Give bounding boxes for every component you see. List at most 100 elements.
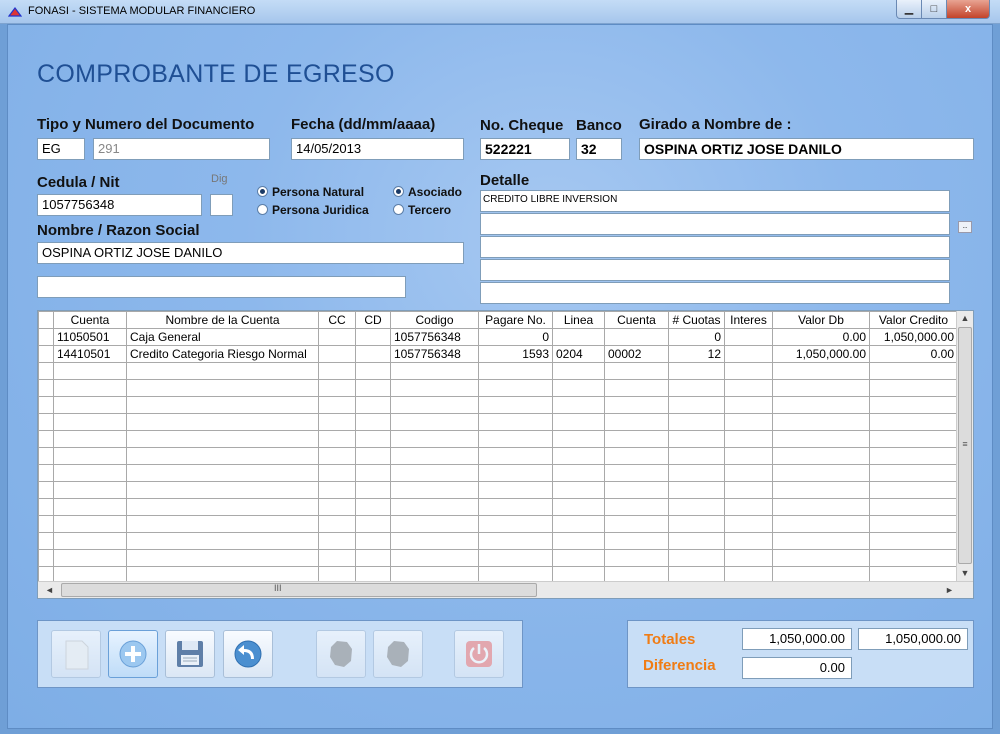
maximize-button[interactable]: □ [921,0,947,19]
table-cell[interactable] [355,498,391,516]
column-header[interactable]: CC [318,311,356,329]
table-cell[interactable] [552,532,605,550]
row-selector[interactable] [38,362,54,380]
table-cell[interactable] [869,362,958,380]
table-cell[interactable] [724,328,773,346]
table-cell[interactable] [53,532,127,550]
column-header[interactable]: CD [355,311,391,329]
empty-table-row[interactable] [38,532,958,550]
table-cell[interactable] [390,447,479,465]
table-cell[interactable] [318,549,356,567]
table-cell[interactable] [318,498,356,516]
table-cell[interactable] [604,447,669,465]
table-cell[interactable] [390,362,479,380]
empty-table-row[interactable] [38,379,958,397]
disabled-action-button-2[interactable] [373,630,423,678]
table-cell[interactable] [668,532,725,550]
table-cell[interactable] [318,515,356,533]
table-cell[interactable] [53,362,127,380]
table-cell[interactable] [724,396,773,414]
table-cell[interactable] [869,430,958,448]
column-header[interactable]: Cuenta [53,311,127,329]
table-cell[interactable] [772,447,870,465]
table-cell[interactable]: 0204 [552,345,605,363]
table-cell[interactable] [668,549,725,567]
table-cell[interactable] [126,430,319,448]
table-cell[interactable] [552,396,605,414]
table-cell[interactable] [552,464,605,482]
scroll-up-icon[interactable]: ▲ [957,311,973,326]
table-cell[interactable] [355,549,391,567]
table-cell[interactable] [668,430,725,448]
table-cell[interactable] [869,413,958,431]
table-cell[interactable] [390,498,479,516]
table-cell[interactable] [126,481,319,499]
column-header[interactable]: # Cuotas [668,311,725,329]
table-cell[interactable]: 14410501 [53,345,127,363]
table-cell[interactable] [126,447,319,465]
horizontal-scrollbar[interactable]: ◄ III ► [38,581,973,598]
table-cell[interactable] [478,447,553,465]
table-cell[interactable] [724,481,773,499]
table-cell[interactable] [604,430,669,448]
table-cell[interactable] [869,447,958,465]
empty-table-row[interactable] [38,413,958,431]
radio-asociado[interactable]: Asociado [393,185,462,199]
table-cell[interactable] [724,345,773,363]
table-cell[interactable] [772,515,870,533]
column-header[interactable]: Cuenta [604,311,669,329]
save-button[interactable] [165,630,215,678]
table-cell[interactable] [355,447,391,465]
table-cell[interactable] [318,345,356,363]
table-cell[interactable] [668,362,725,380]
table-cell[interactable] [724,413,773,431]
table-cell[interactable] [355,328,391,346]
table-cell[interactable]: 1593 [478,345,553,363]
table-cell[interactable] [724,532,773,550]
table-cell[interactable]: Caja General [126,328,319,346]
table-cell[interactable] [772,464,870,482]
column-header[interactable]: Valor Credito [869,311,958,329]
table-cell[interactable] [390,379,479,397]
table-cell[interactable] [390,481,479,499]
row-selector[interactable] [38,498,54,516]
table-cell[interactable]: 1057756348 [390,328,479,346]
nombre-field[interactable]: OSPINA ORTIZ JOSE DANILO [37,242,464,264]
table-cell[interactable] [552,362,605,380]
table-cell[interactable] [53,430,127,448]
table-cell[interactable] [355,362,391,380]
row-selector[interactable] [38,345,54,363]
table-cell[interactable] [478,430,553,448]
table-cell[interactable] [869,549,958,567]
table-cell[interactable]: 0.00 [869,345,958,363]
empty-table-row[interactable] [38,498,958,516]
table-cell[interactable] [772,413,870,431]
banco-field[interactable]: 32 [576,138,622,160]
table-cell[interactable] [724,447,773,465]
table-cell[interactable] [668,413,725,431]
detalle-line-5[interactable] [480,282,950,304]
empty-table-row[interactable] [38,464,958,482]
horizontal-scroll-thumb[interactable] [61,583,537,597]
row-selector[interactable] [38,515,54,533]
table-cell[interactable] [318,396,356,414]
tipo-documento-field[interactable]: EG [37,138,85,160]
table-cell[interactable] [318,447,356,465]
detalle-line-1[interactable]: CREDITO LIBRE INVERSION [480,190,950,212]
table-cell[interactable]: 0.00 [772,328,870,346]
table-cell[interactable] [318,464,356,482]
table-cell[interactable] [772,430,870,448]
table-cell[interactable] [126,413,319,431]
row-selector[interactable] [38,396,54,414]
empty-table-row[interactable] [38,447,958,465]
table-cell[interactable] [318,328,356,346]
table-cell[interactable] [772,396,870,414]
table-cell[interactable] [604,532,669,550]
table-cell[interactable] [126,362,319,380]
column-header[interactable]: Nombre de la Cuenta [126,311,319,329]
new-document-button[interactable] [51,630,101,678]
table-cell[interactable] [604,362,669,380]
table-cell[interactable] [552,498,605,516]
table-cell[interactable] [126,532,319,550]
table-cell[interactable] [318,379,356,397]
